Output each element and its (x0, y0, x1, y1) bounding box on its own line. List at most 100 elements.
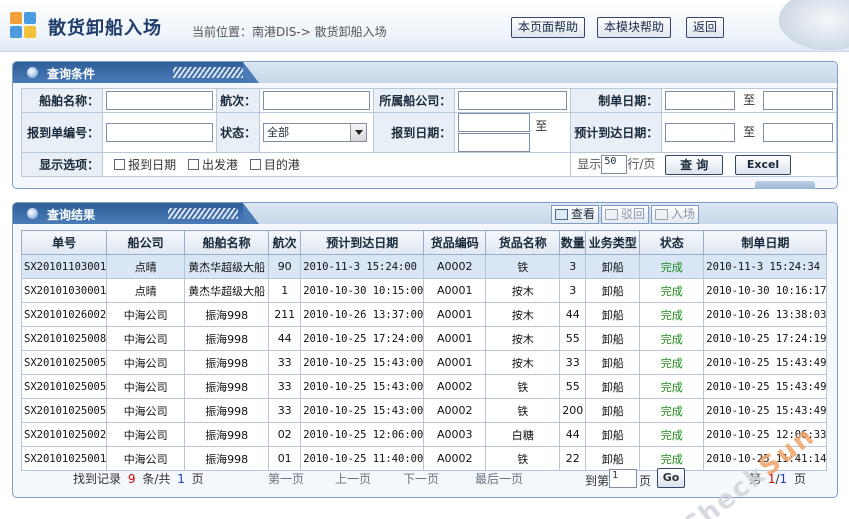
table-cell: 90 (268, 254, 302, 279)
report-date-label: 报到日期： (373, 112, 456, 153)
table-cell: 振海998 (184, 350, 270, 375)
first-page-link[interactable]: 第一页 (268, 470, 304, 487)
table-cell: 2010-10-25 15:43:00 (300, 398, 425, 423)
table-row[interactable]: SX20101026002 中海公司 振海998 211 2010-10-26 13:3… (20, 302, 828, 327)
voyage-input[interactable] (263, 91, 371, 110)
table-cell: SX20101026002 (20, 302, 108, 327)
page-size-input[interactable]: 50 (601, 155, 628, 174)
status-select[interactable]: 全部 (263, 123, 368, 142)
table-cell: 2010-10-26 13:37:00 (300, 302, 425, 327)
reject-button[interactable]: 驳回 (600, 205, 649, 224)
table-cell: 中海公司 (106, 350, 186, 375)
panel-bullet-icon (27, 67, 38, 78)
eta-from-input[interactable] (665, 123, 736, 142)
column-header[interactable]: 航次 (268, 230, 302, 255)
table-row[interactable]: SX20101025008 中海公司 振海998 44 2010-10-25 17:24… (20, 326, 828, 351)
table-row[interactable]: SX20101030001 点晴 黄杰华超级大船 1 2010-10-30 10:15:… (20, 278, 828, 303)
table-row[interactable]: SX20101025005 中海公司 振海998 33 2010-10-25 15:43… (20, 398, 828, 423)
table-cell: 铁 (485, 374, 561, 399)
column-header[interactable]: 状态 (639, 230, 705, 255)
back-button[interactable]: 返回 (686, 17, 725, 38)
report-no-input[interactable] (106, 123, 214, 142)
page-title: 散货卸船入场 (48, 18, 162, 39)
prev-page-link[interactable]: 上一页 (335, 470, 371, 487)
table-cell: 3 (559, 278, 587, 303)
table-cell: 44 (559, 302, 587, 327)
table-cell: 02 (268, 422, 302, 447)
table-cell: 中海公司 (106, 374, 186, 399)
table-cell: 2010-10-30 10:15:00 (300, 278, 425, 303)
table-cell: 33 (559, 350, 587, 375)
table-cell: 2010-10-25 15:43:49 (703, 398, 828, 423)
table-cell: 振海998 (184, 422, 270, 447)
created-date-to-input[interactable] (762, 91, 833, 110)
table-cell: 卸船 (585, 278, 641, 303)
next-page-link[interactable]: 下一页 (403, 470, 439, 487)
report-date-to-input[interactable] (458, 133, 531, 152)
table-cell: SX20101025002 (20, 422, 108, 447)
table-cell: 按木 (485, 326, 561, 351)
table-row[interactable]: SX20101103001 点晴 黄杰华超级大船 90 2010-11-3 15:24:… (20, 254, 828, 279)
go-button[interactable]: Go (657, 468, 685, 488)
eta-to-input[interactable] (762, 123, 833, 142)
breadcrumb: 南港DIS-> 散货卸船入场 (252, 25, 387, 39)
table-cell: 2010-10-25 12:06:00 (300, 422, 425, 447)
column-header[interactable]: 船公司 (106, 230, 186, 255)
query-panel: 查询条件 船舶名称： 航次： 所属船公司： 制单日期： 至 报到单编号： 状态：… (12, 61, 838, 189)
table-row[interactable]: SX20101025002 中海公司 振海998 02 2010-10-25 12:06… (20, 422, 828, 447)
table-cell: 按木 (485, 302, 561, 327)
destination-option: 目的港 (263, 158, 300, 172)
module-help-button[interactable]: 本模块帮助 (597, 17, 672, 38)
table-row[interactable]: SX20101025005 中海公司 振海998 33 2010-10-25 15:43… (20, 374, 828, 399)
goto-prefix: 到第 (585, 474, 610, 488)
table-cell: 3 (559, 254, 587, 279)
table-cell: 完成 (639, 398, 705, 423)
ship-name-input[interactable] (106, 91, 214, 110)
excel-export-button[interactable]: Excel (735, 154, 792, 175)
table-cell: 2010-11-3 15:24:34 (703, 254, 828, 279)
table-cell: SX20101025005 (20, 374, 108, 399)
last-page-link[interactable]: 最后一页 (475, 470, 523, 487)
column-header[interactable]: 数量 (559, 230, 587, 255)
report-no-label: 报到单编号： (20, 112, 104, 153)
ship-company-label: 所属船公司： (373, 88, 456, 113)
column-header[interactable]: 业务类型 (585, 230, 641, 255)
column-header[interactable]: 货品编码 (423, 230, 487, 255)
page-size-prefix: 显示 (577, 157, 602, 171)
table-cell: 2010-10-25 15:43:49 (703, 350, 828, 375)
destination-checkbox[interactable] (249, 159, 261, 170)
created-date-from-input[interactable] (665, 91, 736, 110)
report-date-from-input[interactable] (458, 113, 531, 132)
table-cell: 2010-10-25 17:24:19 (703, 326, 828, 351)
table-cell: A0002 (423, 374, 487, 399)
report-date-option: 报到日期 (128, 158, 177, 172)
table-cell: 卸船 (585, 350, 641, 375)
column-header[interactable]: 船舶名称 (184, 230, 270, 255)
column-header[interactable]: 货品名称 (485, 230, 561, 255)
collapse-handle[interactable] (755, 181, 815, 189)
table-cell: 33 (268, 350, 302, 375)
goto-page-input[interactable]: 1 (609, 469, 637, 488)
total-pages: 1 (177, 472, 185, 486)
column-header[interactable]: 制单日期 (703, 230, 828, 255)
search-button[interactable]: 查 询 (665, 154, 724, 175)
view-button[interactable]: 查看 (550, 205, 599, 224)
departure-option: 出发港 (201, 158, 238, 172)
table-cell: 2010-10-25 15:43:49 (703, 374, 828, 399)
table-cell: A0001 (423, 302, 487, 327)
table-cell: 完成 (639, 254, 705, 279)
ship-company-input[interactable] (458, 91, 568, 110)
status-label: 状态： (216, 112, 261, 153)
page-help-button[interactable]: 本页面帮助 (511, 17, 586, 38)
report-date-checkbox[interactable] (114, 159, 126, 170)
column-header[interactable]: 预计到达日期 (300, 230, 425, 255)
departure-checkbox[interactable] (187, 159, 199, 170)
enter-button[interactable]: 入场 (650, 205, 699, 224)
table-cell: 2010-10-30 10:16:17 (703, 278, 828, 303)
table-row[interactable]: SX20101025005 中海公司 振海998 33 2010-10-25 15:43… (20, 350, 828, 375)
column-header[interactable]: 单号 (20, 230, 108, 255)
table-cell: 振海998 (184, 326, 270, 351)
chevron-down-icon[interactable] (350, 124, 367, 141)
query-form: 船舶名称： 航次： 所属船公司： 制单日期： 至 报到单编号： 状态： 全部 报… (20, 88, 837, 177)
table-cell: 完成 (639, 350, 705, 375)
